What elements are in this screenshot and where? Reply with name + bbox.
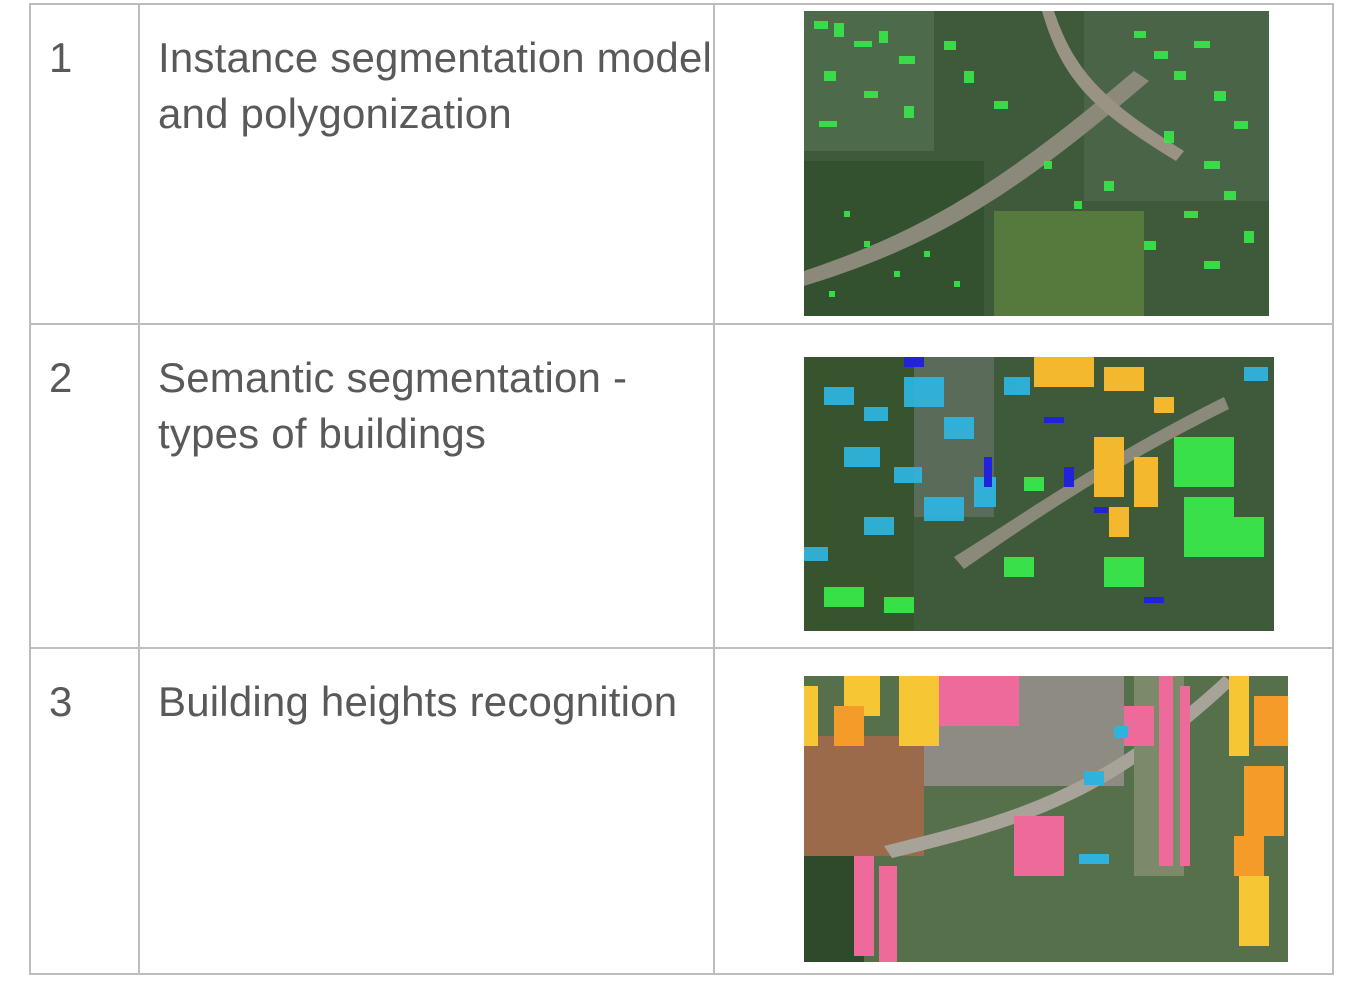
step-number: 2: [49, 354, 73, 401]
table-row: 3 Building heights recognition: [29, 647, 1334, 975]
step-description: Semantic segmentation - types of buildin…: [158, 354, 628, 457]
step-number-cell: 2: [29, 323, 140, 649]
table-row: 1 Instance segmentation model and polygo…: [29, 3, 1334, 325]
step-image-cell: [713, 323, 1334, 649]
instance-segmentation-map-image: [804, 11, 1269, 316]
table-row: 2 Semantic segmentation - types of build…: [29, 323, 1334, 649]
step-number-cell: 1: [29, 3, 140, 325]
step-description-cell: Instance segmentation model and polygoni…: [138, 3, 715, 325]
step-image-cell: [713, 3, 1334, 325]
step-image-cell: [713, 647, 1334, 975]
semantic-segmentation-map-image: [804, 357, 1274, 631]
step-number: 1: [49, 34, 73, 81]
building-heights-map-image: [804, 676, 1288, 962]
step-description-cell: Semantic segmentation - types of buildin…: [138, 323, 715, 649]
step-number-cell: 3: [29, 647, 140, 975]
step-description-cell: Building heights recognition: [138, 647, 715, 975]
step-description: Building heights recognition: [158, 678, 678, 725]
steps-table: 1 Instance segmentation model and polygo…: [29, 3, 1334, 975]
step-description: Instance segmentation model and polygoni…: [158, 34, 713, 137]
step-number: 3: [49, 678, 73, 725]
